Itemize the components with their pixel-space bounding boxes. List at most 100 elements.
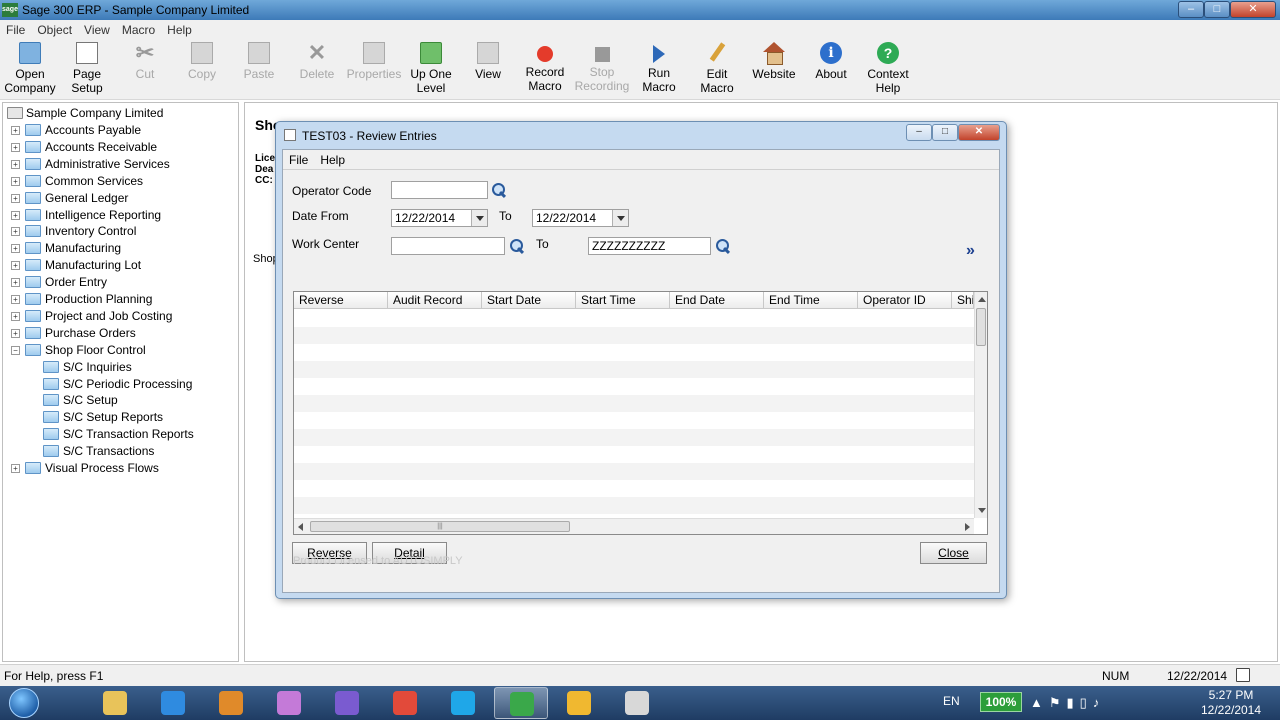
menu-file[interactable]: File — [0, 20, 31, 40]
menu-help[interactable]: Help — [161, 20, 198, 40]
scroll-right-arrow-icon[interactable] — [965, 523, 970, 531]
scroll-up-arrow-icon[interactable] — [978, 297, 986, 302]
grid-vertical-scrollbar[interactable] — [974, 292, 987, 518]
horizontal-scroll-thumb[interactable]: ||| — [310, 521, 570, 532]
table-row[interactable] — [294, 446, 974, 463]
table-row[interactable] — [294, 463, 974, 480]
date-from-dropdown-icon[interactable] — [471, 210, 487, 226]
open-company-button[interactable]: Open Company — [1, 42, 59, 95]
stop-recording-button[interactable]: Stop Recording — [573, 42, 631, 93]
context-help-button[interactable]: ? Context Help — [859, 42, 917, 95]
record-macro-button[interactable]: Record Macro — [516, 42, 574, 93]
col-start-time[interactable]: Start Time — [576, 292, 670, 309]
taskbar-app-button[interactable] — [436, 687, 490, 719]
expand-icon[interactable]: + — [11, 261, 20, 271]
expand-icon[interactable]: + — [11, 159, 20, 169]
expand-icon[interactable]: + — [11, 176, 20, 186]
col-end-time[interactable]: End Time — [764, 292, 858, 309]
table-row[interactable] — [294, 378, 974, 395]
entries-grid[interactable]: Reverse Audit Record Start Date Start Ti… — [293, 291, 988, 535]
menu-macro[interactable]: Macro — [116, 20, 161, 40]
cut-button[interactable]: ✂ Cut — [116, 42, 174, 82]
taskbar-app-button[interactable] — [88, 687, 142, 719]
maximize-button[interactable]: □ — [1204, 1, 1230, 18]
close-window-button[interactable]: ✕ — [1230, 1, 1276, 18]
system-tray-icons[interactable]: ▲⚑▮▯♪ — [1030, 695, 1105, 711]
expand-icon[interactable]: + — [11, 193, 20, 203]
work-center-from-input[interactable] — [391, 237, 505, 255]
taskbar-app-button[interactable] — [204, 687, 258, 719]
up-one-level-button[interactable]: Up One Level — [402, 42, 460, 95]
table-row[interactable] — [294, 497, 974, 514]
work-center-to-finder-icon[interactable] — [715, 238, 731, 254]
table-row[interactable] — [294, 327, 974, 344]
table-row[interactable] — [294, 395, 974, 412]
expand-icon[interactable]: + — [11, 295, 20, 304]
dialog-maximize-button[interactable]: □ — [932, 124, 958, 141]
dialog-menu-file[interactable]: File — [283, 150, 314, 170]
table-row[interactable] — [294, 412, 974, 429]
table-row[interactable] — [294, 344, 974, 361]
col-audit-record[interactable]: Audit Record — [388, 292, 482, 309]
scroll-left-arrow-icon[interactable] — [298, 523, 303, 531]
company-tree[interactable]: Sample Company Limited + Accounts Payable… — [2, 102, 239, 662]
dialog-minimize-button[interactable]: – — [906, 124, 932, 141]
work-center-to-input[interactable]: ZZZZZZZZZZ — [588, 237, 711, 255]
edit-macro-button[interactable]: Edit Macro — [688, 42, 746, 95]
copy-button[interactable]: Copy — [173, 42, 231, 81]
taskbar-app-button[interactable] — [378, 687, 432, 719]
properties-button[interactable]: Properties — [345, 42, 403, 81]
expand-icon[interactable]: + — [11, 142, 20, 152]
close-button[interactable]: Close — [920, 542, 987, 564]
expand-icon[interactable]: + — [11, 227, 20, 237]
taskbar-app-button[interactable] — [146, 687, 200, 719]
expand-icon[interactable]: + — [11, 328, 20, 338]
expand-icon[interactable]: + — [11, 464, 20, 473]
col-start-date[interactable]: Start Date — [482, 292, 576, 309]
taskbar-app-button[interactable] — [552, 687, 606, 719]
table-row[interactable] — [294, 480, 974, 497]
start-button[interactable] — [2, 686, 46, 720]
taskbar-clock[interactable]: 5:27 PM 12/22/2014 — [1196, 688, 1266, 718]
menu-object[interactable]: Object — [31, 20, 78, 40]
menu-view[interactable]: View — [78, 20, 116, 40]
minimize-button[interactable]: – — [1178, 1, 1204, 18]
page-setup-button[interactable]: Page Setup — [58, 42, 116, 95]
dialog-menu-help[interactable]: Help — [314, 150, 351, 170]
operator-code-finder-icon[interactable] — [491, 182, 507, 198]
operator-code-input[interactable] — [391, 181, 488, 199]
table-row[interactable] — [294, 361, 974, 378]
table-row[interactable] — [294, 429, 974, 446]
col-end-date[interactable]: End Date — [670, 292, 764, 309]
vertical-scroll-thumb[interactable] — [976, 308, 986, 346]
view-button[interactable]: View — [459, 42, 517, 81]
website-button[interactable]: Website — [745, 42, 803, 81]
date-to-dropdown-icon[interactable] — [612, 210, 628, 226]
col-shift[interactable]: Shif — [952, 292, 974, 309]
status-finder-icon[interactable] — [1236, 668, 1250, 682]
date-to-input[interactable]: 12/22/2014 — [532, 209, 629, 227]
expand-icon[interactable]: + — [11, 210, 20, 220]
expand-icon[interactable]: + — [11, 311, 20, 321]
grid-horizontal-scrollbar[interactable]: ||| — [294, 518, 974, 534]
dialog-close-x-button[interactable]: ✕ — [958, 124, 1000, 141]
work-center-from-finder-icon[interactable] — [509, 238, 525, 254]
run-macro-button[interactable]: Run Macro — [630, 42, 688, 94]
expand-double-arrow-icon[interactable]: » — [966, 242, 975, 260]
delete-button[interactable]: ✕ Delete — [288, 42, 346, 82]
collapse-icon[interactable]: − — [11, 345, 20, 355]
battery-indicator[interactable]: 100% — [980, 692, 1022, 712]
taskbar-app-button[interactable] — [320, 687, 374, 719]
taskbar-app-button[interactable] — [494, 687, 548, 719]
scroll-down-arrow-icon[interactable] — [978, 508, 986, 513]
date-from-input[interactable]: 12/22/2014 — [391, 209, 488, 227]
expand-icon[interactable]: + — [11, 126, 20, 135]
about-button[interactable]: i About — [802, 42, 860, 81]
expand-icon[interactable]: + — [11, 278, 20, 288]
language-indicator[interactable]: EN — [943, 694, 960, 708]
col-operator-id[interactable]: Operator ID — [858, 292, 952, 309]
taskbar-app-button[interactable] — [262, 687, 316, 719]
paste-button[interactable]: Paste — [230, 42, 288, 81]
taskbar-app-button[interactable] — [610, 687, 664, 719]
col-reverse[interactable]: Reverse — [294, 292, 388, 309]
